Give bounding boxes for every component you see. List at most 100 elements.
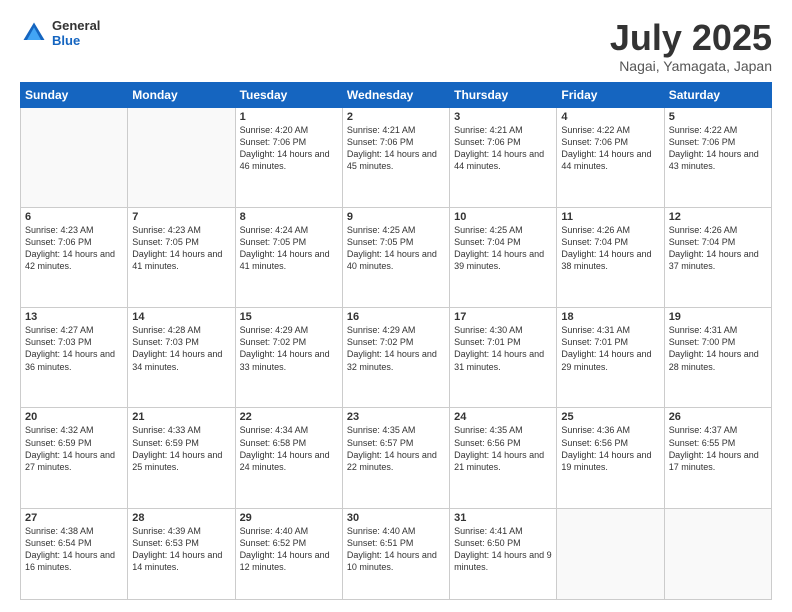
title-block: July 2025 Nagai, Yamagata, Japan <box>610 18 772 74</box>
table-row: 10Sunrise: 4:25 AM Sunset: 7:04 PM Dayli… <box>450 207 557 307</box>
table-row: 3Sunrise: 4:21 AM Sunset: 7:06 PM Daylig… <box>450 107 557 207</box>
day-number: 7 <box>132 211 230 223</box>
table-row: 12Sunrise: 4:26 AM Sunset: 7:04 PM Dayli… <box>664 207 771 307</box>
day-content: Sunrise: 4:22 AM Sunset: 7:06 PM Dayligh… <box>669 124 767 173</box>
day-content: Sunrise: 4:27 AM Sunset: 7:03 PM Dayligh… <box>25 324 123 373</box>
day-number: 4 <box>561 111 659 123</box>
day-content: Sunrise: 4:32 AM Sunset: 6:59 PM Dayligh… <box>25 424 123 473</box>
table-row: 29Sunrise: 4:40 AM Sunset: 6:52 PM Dayli… <box>235 508 342 599</box>
week-row-2: 6Sunrise: 4:23 AM Sunset: 7:06 PM Daylig… <box>21 207 772 307</box>
table-row: 28Sunrise: 4:39 AM Sunset: 6:53 PM Dayli… <box>128 508 235 599</box>
day-number: 24 <box>454 411 552 423</box>
table-row: 11Sunrise: 4:26 AM Sunset: 7:04 PM Dayli… <box>557 207 664 307</box>
day-number: 20 <box>25 411 123 423</box>
day-content: Sunrise: 4:31 AM Sunset: 7:01 PM Dayligh… <box>561 324 659 373</box>
logo-general: General <box>52 18 100 33</box>
col-wednesday: Wednesday <box>342 82 449 107</box>
day-content: Sunrise: 4:33 AM Sunset: 6:59 PM Dayligh… <box>132 424 230 473</box>
logo-icon <box>20 19 48 47</box>
table-row: 20Sunrise: 4:32 AM Sunset: 6:59 PM Dayli… <box>21 408 128 508</box>
day-content: Sunrise: 4:38 AM Sunset: 6:54 PM Dayligh… <box>25 525 123 574</box>
page: General Blue July 2025 Nagai, Yamagata, … <box>0 0 792 612</box>
day-number: 23 <box>347 411 445 423</box>
day-number: 19 <box>669 311 767 323</box>
table-row: 2Sunrise: 4:21 AM Sunset: 7:06 PM Daylig… <box>342 107 449 207</box>
day-number: 22 <box>240 411 338 423</box>
day-content: Sunrise: 4:40 AM Sunset: 6:52 PM Dayligh… <box>240 525 338 574</box>
table-row: 5Sunrise: 4:22 AM Sunset: 7:06 PM Daylig… <box>664 107 771 207</box>
day-number: 11 <box>561 211 659 223</box>
col-sunday: Sunday <box>21 82 128 107</box>
day-content: Sunrise: 4:31 AM Sunset: 7:00 PM Dayligh… <box>669 324 767 373</box>
day-number: 12 <box>669 211 767 223</box>
table-row: 14Sunrise: 4:28 AM Sunset: 7:03 PM Dayli… <box>128 308 235 408</box>
day-number: 3 <box>454 111 552 123</box>
week-row-3: 13Sunrise: 4:27 AM Sunset: 7:03 PM Dayli… <box>21 308 772 408</box>
table-row: 1Sunrise: 4:20 AM Sunset: 7:06 PM Daylig… <box>235 107 342 207</box>
day-number: 6 <box>25 211 123 223</box>
day-number: 10 <box>454 211 552 223</box>
day-number: 1 <box>240 111 338 123</box>
day-number: 8 <box>240 211 338 223</box>
day-number: 9 <box>347 211 445 223</box>
col-thursday: Thursday <box>450 82 557 107</box>
day-number: 31 <box>454 512 552 524</box>
day-content: Sunrise: 4:35 AM Sunset: 6:57 PM Dayligh… <box>347 424 445 473</box>
col-friday: Friday <box>557 82 664 107</box>
table-row: 7Sunrise: 4:23 AM Sunset: 7:05 PM Daylig… <box>128 207 235 307</box>
table-row: 6Sunrise: 4:23 AM Sunset: 7:06 PM Daylig… <box>21 207 128 307</box>
day-number: 5 <box>669 111 767 123</box>
day-content: Sunrise: 4:23 AM Sunset: 7:06 PM Dayligh… <box>25 224 123 273</box>
month-title: July 2025 <box>610 18 772 58</box>
col-monday: Monday <box>128 82 235 107</box>
day-number: 27 <box>25 512 123 524</box>
day-content: Sunrise: 4:20 AM Sunset: 7:06 PM Dayligh… <box>240 124 338 173</box>
day-content: Sunrise: 4:29 AM Sunset: 7:02 PM Dayligh… <box>347 324 445 373</box>
day-content: Sunrise: 4:29 AM Sunset: 7:02 PM Dayligh… <box>240 324 338 373</box>
day-content: Sunrise: 4:21 AM Sunset: 7:06 PM Dayligh… <box>347 124 445 173</box>
logo-text: General Blue <box>52 18 100 48</box>
table-row <box>128 107 235 207</box>
day-content: Sunrise: 4:41 AM Sunset: 6:50 PM Dayligh… <box>454 525 552 574</box>
table-row <box>557 508 664 599</box>
table-row: 26Sunrise: 4:37 AM Sunset: 6:55 PM Dayli… <box>664 408 771 508</box>
day-number: 30 <box>347 512 445 524</box>
day-content: Sunrise: 4:22 AM Sunset: 7:06 PM Dayligh… <box>561 124 659 173</box>
day-content: Sunrise: 4:34 AM Sunset: 6:58 PM Dayligh… <box>240 424 338 473</box>
day-content: Sunrise: 4:23 AM Sunset: 7:05 PM Dayligh… <box>132 224 230 273</box>
table-row: 31Sunrise: 4:41 AM Sunset: 6:50 PM Dayli… <box>450 508 557 599</box>
table-row: 30Sunrise: 4:40 AM Sunset: 6:51 PM Dayli… <box>342 508 449 599</box>
col-tuesday: Tuesday <box>235 82 342 107</box>
week-row-1: 1Sunrise: 4:20 AM Sunset: 7:06 PM Daylig… <box>21 107 772 207</box>
day-number: 13 <box>25 311 123 323</box>
day-number: 14 <box>132 311 230 323</box>
table-row <box>21 107 128 207</box>
day-number: 25 <box>561 411 659 423</box>
location: Nagai, Yamagata, Japan <box>610 58 772 74</box>
day-content: Sunrise: 4:30 AM Sunset: 7:01 PM Dayligh… <box>454 324 552 373</box>
day-number: 29 <box>240 512 338 524</box>
table-row: 21Sunrise: 4:33 AM Sunset: 6:59 PM Dayli… <box>128 408 235 508</box>
day-number: 18 <box>561 311 659 323</box>
col-saturday: Saturday <box>664 82 771 107</box>
day-number: 26 <box>669 411 767 423</box>
logo: General Blue <box>20 18 100 48</box>
day-number: 15 <box>240 311 338 323</box>
table-row: 17Sunrise: 4:30 AM Sunset: 7:01 PM Dayli… <box>450 308 557 408</box>
table-row: 9Sunrise: 4:25 AM Sunset: 7:05 PM Daylig… <box>342 207 449 307</box>
table-row: 22Sunrise: 4:34 AM Sunset: 6:58 PM Dayli… <box>235 408 342 508</box>
day-content: Sunrise: 4:26 AM Sunset: 7:04 PM Dayligh… <box>561 224 659 273</box>
table-row: 19Sunrise: 4:31 AM Sunset: 7:00 PM Dayli… <box>664 308 771 408</box>
week-row-4: 20Sunrise: 4:32 AM Sunset: 6:59 PM Dayli… <box>21 408 772 508</box>
table-row: 25Sunrise: 4:36 AM Sunset: 6:56 PM Dayli… <box>557 408 664 508</box>
table-row: 15Sunrise: 4:29 AM Sunset: 7:02 PM Dayli… <box>235 308 342 408</box>
day-content: Sunrise: 4:39 AM Sunset: 6:53 PM Dayligh… <box>132 525 230 574</box>
week-row-5: 27Sunrise: 4:38 AM Sunset: 6:54 PM Dayli… <box>21 508 772 599</box>
day-number: 2 <box>347 111 445 123</box>
table-row: 16Sunrise: 4:29 AM Sunset: 7:02 PM Dayli… <box>342 308 449 408</box>
table-row: 4Sunrise: 4:22 AM Sunset: 7:06 PM Daylig… <box>557 107 664 207</box>
day-content: Sunrise: 4:28 AM Sunset: 7:03 PM Dayligh… <box>132 324 230 373</box>
table-row: 23Sunrise: 4:35 AM Sunset: 6:57 PM Dayli… <box>342 408 449 508</box>
day-content: Sunrise: 4:21 AM Sunset: 7:06 PM Dayligh… <box>454 124 552 173</box>
table-row: 8Sunrise: 4:24 AM Sunset: 7:05 PM Daylig… <box>235 207 342 307</box>
